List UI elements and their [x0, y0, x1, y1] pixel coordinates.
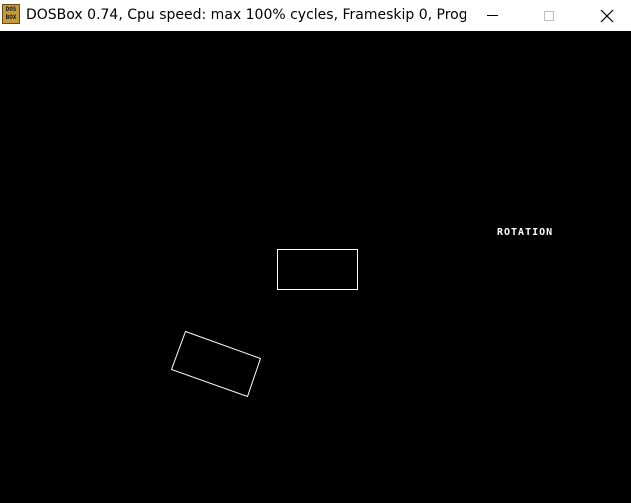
minimize-icon: [486, 15, 498, 16]
shapes-canvas: [170, 249, 358, 398]
rotated-rectangle: [170, 330, 262, 398]
rotation-label: ROTATION: [497, 227, 554, 238]
icon-line-1: DOS: [5, 6, 17, 13]
title-bar[interactable]: DOS BOX DOSBox 0.74, Cpu speed: max 100%…: [0, 0, 631, 31]
close-button[interactable]: [584, 0, 630, 31]
maximize-icon: [544, 10, 554, 21]
maximize-button[interactable]: [526, 0, 572, 31]
close-icon: [600, 9, 614, 22]
icon-line-2: BOX: [5, 14, 17, 21]
axis-aligned-rectangle: [277, 249, 358, 290]
window-title: DOSBox 0.74, Cpu speed: max 100% cycles,…: [26, 7, 466, 23]
dosbox-icon[interactable]: DOS BOX: [2, 4, 20, 24]
dos-screen[interactable]: ROTATION: [0, 31, 631, 503]
dosbox-window: DOS BOX DOSBox 0.74, Cpu speed: max 100%…: [0, 0, 631, 503]
minimize-button[interactable]: [469, 0, 515, 31]
